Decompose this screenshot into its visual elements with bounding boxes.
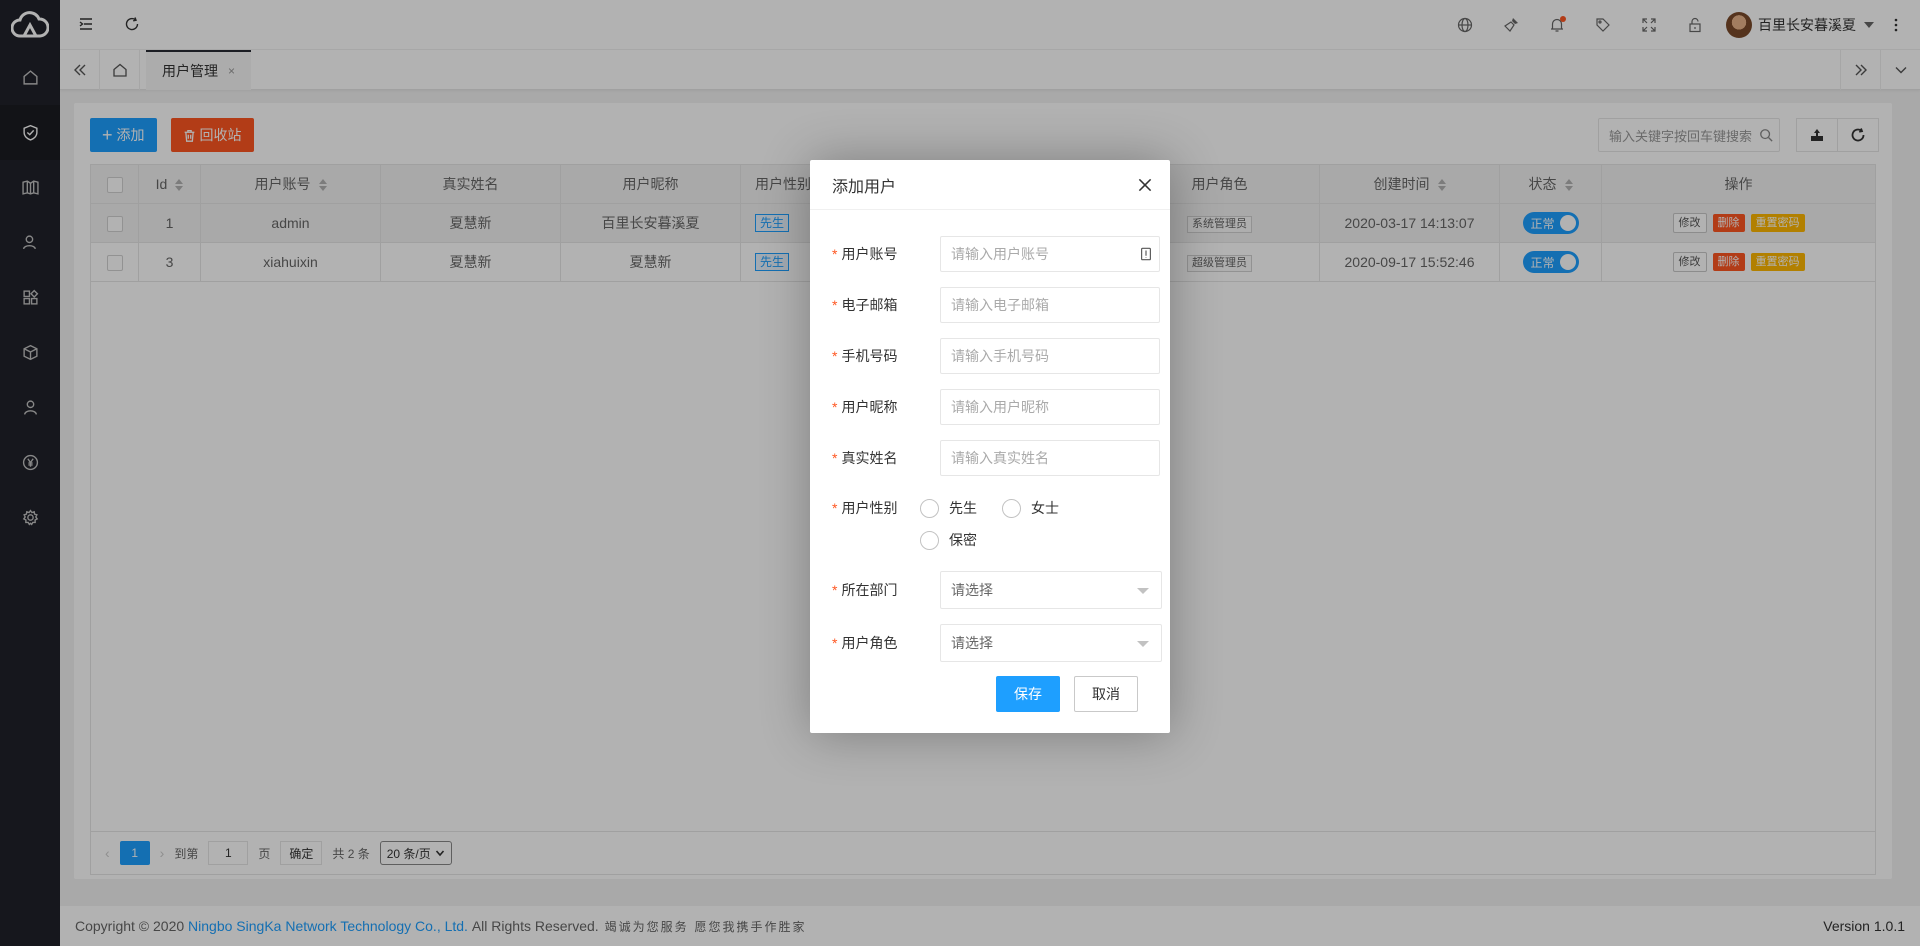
close-icon[interactable] xyxy=(1136,176,1154,194)
field-row-account: * 用户账号 请输入用户账号 xyxy=(832,236,1162,272)
gender-radio-male[interactable]: 先生 xyxy=(920,498,977,518)
field-row-nickname: * 用户昵称 请输入用户昵称 xyxy=(832,389,1162,425)
chevron-down-icon xyxy=(1137,641,1149,647)
role-select[interactable]: 请选择 xyxy=(940,624,1162,662)
keyboard-autofill-icon xyxy=(1141,247,1151,261)
add-user-dialog: 添加用户 * 用户账号 请输入用户账号 * 电子邮箱 请输入电子邮箱 * 手机号码 请… xyxy=(810,160,1170,733)
save-button[interactable]: 保存 xyxy=(996,676,1060,712)
field-row-real-name: * 真实姓名 请输入真实姓名 xyxy=(832,440,1162,476)
field-row-role: * 用户角色 请选择 xyxy=(832,624,1164,662)
field-row-email: * 电子邮箱 请输入电子邮箱 xyxy=(832,287,1162,323)
field-row-gender: * 用户性别 xyxy=(832,500,898,516)
dialog-title: 添加用户 xyxy=(810,160,1170,210)
cancel-button[interactable]: 取消 xyxy=(1074,676,1138,712)
real-name-input[interactable]: 请输入真实姓名 xyxy=(940,440,1160,476)
field-row-department: * 所在部门 请选择 xyxy=(832,571,1164,609)
gender-radio-secret[interactable]: 保密 xyxy=(920,530,977,550)
email-input[interactable]: 请输入电子邮箱 xyxy=(940,287,1160,323)
role-label: 用户角色 xyxy=(841,635,898,651)
account-label: 用户账号 xyxy=(841,246,898,262)
nickname-input[interactable]: 请输入用户昵称 xyxy=(940,389,1160,425)
real-name-label: 真实姓名 xyxy=(841,450,898,466)
radio-circle xyxy=(1002,498,1021,518)
phone-input[interactable]: 请输入手机号码 xyxy=(940,338,1160,374)
phone-label: 手机号码 xyxy=(841,348,898,364)
radio-circle xyxy=(920,498,939,518)
radio-circle xyxy=(920,530,939,550)
account-input[interactable]: 请输入用户账号 xyxy=(940,236,1160,272)
department-select[interactable]: 请选择 xyxy=(940,571,1162,609)
email-label: 电子邮箱 xyxy=(841,297,898,313)
gender-radio-female[interactable]: 女士 xyxy=(1002,498,1059,518)
field-row-phone: * 手机号码 请输入手机号码 xyxy=(832,338,1162,374)
chevron-down-icon xyxy=(1137,588,1149,594)
department-label: 所在部门 xyxy=(841,582,898,598)
gender-label: 用户性别 xyxy=(841,500,898,516)
nickname-label: 用户昵称 xyxy=(841,399,898,415)
